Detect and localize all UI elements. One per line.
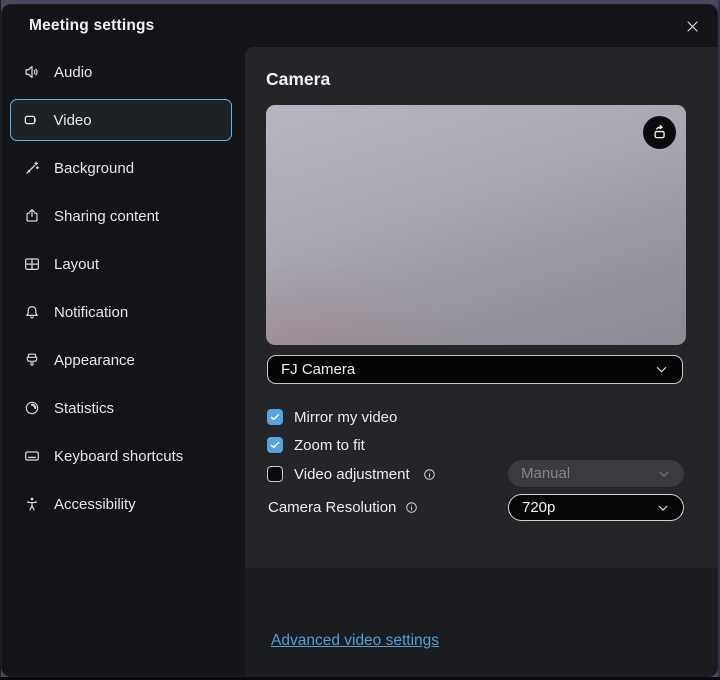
sidebar-item-label: Notification [54,304,128,321]
sidebar-item-statistics[interactable]: Statistics [10,387,232,429]
sidebar-item-keyboard-shortcuts[interactable]: Keyboard shortcuts [10,435,232,477]
sidebar-item-label: Keyboard shortcuts [54,448,183,465]
share-icon [23,207,41,225]
speaker-icon [23,63,41,81]
camera-device-select[interactable]: FJ Camera [267,355,683,384]
mirror-my-video-checkbox[interactable] [267,409,283,425]
sidebar-item-layout[interactable]: Layout [10,243,232,285]
video-settings-panel: Camera FJ Camera [245,47,718,677]
camera-section: Camera FJ Camera [245,47,718,568]
sidebar-item-label: Audio [54,64,92,81]
sidebar-item-label: Statistics [54,400,114,417]
chevron-down-icon [657,467,671,481]
donut-chart-icon [23,399,41,417]
screen: Meeting settings Audio Video Background [0,0,720,680]
sidebar-item-label: Video [54,112,92,129]
camera-preview [266,105,686,345]
adjustment-mode-value: Manual [521,465,570,482]
flip-camera-icon [650,123,669,142]
chevron-down-icon [656,501,670,515]
sidebar-item-label: Appearance [54,352,135,369]
dialog-title: Meeting settings [29,17,155,35]
sidebar-item-notification[interactable]: Notification [10,291,232,333]
flip-camera-button[interactable] [643,116,676,149]
camera-resolution-value: 720p [522,499,555,516]
video-adjustment-checkbox[interactable] [267,466,283,482]
camera-resolution-row: Camera Resolution [268,494,419,521]
zoom-to-fit-row: Zoom to fit [267,434,365,456]
bell-icon [23,303,41,321]
info-icon [422,467,437,482]
chevron-down-icon [654,362,669,377]
video-adjustment-info[interactable] [422,467,437,482]
grid-icon [23,255,41,273]
sidebar-item-appearance[interactable]: Appearance [10,339,232,381]
section-heading: Camera [266,69,330,90]
video-camera-icon [23,111,41,129]
checkbox-label: Video adjustment [294,466,410,483]
camera-resolution-select[interactable]: 720p [508,494,684,521]
person-icon [23,495,41,513]
advanced-video-settings-link[interactable]: Advanced video settings [271,632,439,650]
meeting-settings-dialog: Meeting settings Audio Video Background [1,4,718,677]
close-icon [685,19,700,34]
sidebar-item-label: Layout [54,256,99,273]
checkbox-label: Mirror my video [294,409,397,426]
checkmark-icon [269,439,281,451]
info-icon [404,500,419,515]
camera-device-value: FJ Camera [281,361,355,378]
checkbox-label: Zoom to fit [294,437,365,454]
sidebar-item-sharing-content[interactable]: Sharing content [10,195,232,237]
video-adjustment-row: Video adjustment [267,463,437,485]
checkmark-icon [269,411,281,423]
sidebar-item-label: Sharing content [54,208,159,225]
adjustment-mode-select: Manual [508,460,684,487]
sidebar-item-accessibility[interactable]: Accessibility [10,483,232,525]
magic-wand-icon [23,159,41,177]
zoom-to-fit-checkbox[interactable] [267,437,283,453]
camera-resolution-label: Camera Resolution [268,499,396,516]
camera-resolution-info[interactable] [404,500,419,515]
sidebar-item-background[interactable]: Background [10,147,232,189]
keyboard-icon [23,447,41,465]
sidebar-item-label: Accessibility [54,496,136,513]
close-button[interactable] [677,11,707,41]
sidebar-item-label: Background [54,160,134,177]
mirror-my-video-row: Mirror my video [267,406,397,428]
sidebar-item-video[interactable]: Video [10,99,232,141]
sidebar-item-audio[interactable]: Audio [10,51,232,93]
paint-brush-icon [23,351,41,369]
